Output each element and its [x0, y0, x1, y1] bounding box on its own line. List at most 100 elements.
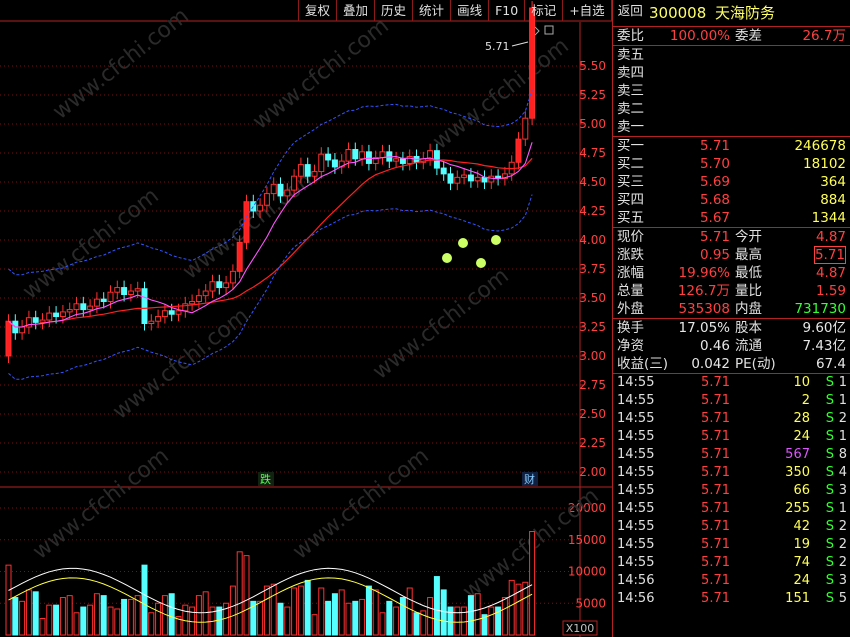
tick-price: 5.71 [701, 465, 730, 480]
candle-body [311, 171, 318, 177]
weibi-label: 委比 [617, 28, 644, 44]
watermark: www.cfchi.com [48, 3, 193, 124]
volume-bar [53, 604, 60, 636]
tick-price: 5.71 [701, 591, 730, 606]
tick-row: 14:55 5.71 24 S 1 [613, 428, 850, 446]
weicha-value: 26.7万 [802, 28, 846, 44]
sell-row: 卖二 [613, 100, 850, 118]
volume-bar [413, 612, 420, 636]
volume-bar [59, 597, 66, 636]
price-tick-label: 4.25 [579, 204, 606, 218]
tick-list[interactable]: 14:55 5.71 10 S 1 14:55 5.71 2 S 1 14:55 5.71 28 S 2 14… [613, 373, 850, 608]
tick-row: 14:55 5.71 255 S 1 [613, 500, 850, 518]
candle-body [121, 287, 128, 296]
quote-panel: 300008 天海防务 委比 100.00% 委差 26.7万 卖五 卖四 卖三 卖二… [612, 0, 850, 637]
tick-count: 1 [838, 375, 847, 390]
candle-body [515, 138, 522, 163]
toolbar-button-f10[interactable]: F10 [488, 0, 524, 21]
volume-bar [93, 593, 100, 636]
tick-volume: 255 [785, 501, 810, 516]
tick-count: 1 [838, 501, 847, 516]
stat-label: 最高 [735, 247, 762, 263]
volume-bar [352, 600, 359, 636]
toolbar-button-history[interactable]: 历史 [374, 0, 412, 21]
price-tick-label: 2.75 [579, 378, 606, 392]
tick-time: 14:55 [617, 483, 655, 498]
tick-side: S [825, 465, 834, 480]
buy-price: 5.71 [699, 138, 730, 154]
price-tick-label: 2.00 [579, 465, 606, 479]
volume-bar [12, 597, 19, 636]
stat-value: 17.05% [678, 320, 730, 336]
stat-row: 涨幅 19.96% 最低 4.87 [613, 264, 850, 282]
candle-body [379, 151, 386, 159]
stock-code: 300008 [649, 4, 707, 22]
candle-body [209, 281, 216, 292]
volume-bar [508, 579, 515, 636]
kline-chart[interactable]: 5.50 5.25 5.00 4.75 4.50 4.25 4.00 3.75 3.50 3.25… [0, 0, 612, 637]
candle-body [175, 310, 182, 315]
tick-count: 3 [838, 573, 847, 588]
volume-bar [66, 595, 73, 636]
tick-time: 14:55 [617, 447, 655, 462]
candle-body [107, 291, 114, 302]
tick-volume: 10 [793, 375, 810, 390]
toolbar-button-restore-rights[interactable]: 复权 [298, 0, 336, 21]
event-badge-finance[interactable]: 财 [524, 472, 535, 486]
tick-volume: 24 [793, 573, 810, 588]
candle-body [263, 193, 270, 206]
stat-value: 731730 [794, 301, 846, 317]
toolbar-button-add-watchlist[interactable]: +自选 [562, 0, 610, 21]
candle-body [73, 303, 80, 311]
volume-bar [447, 606, 454, 636]
apple-signal-icon [458, 238, 468, 248]
buy-volume: 364 [820, 174, 846, 190]
tick-side: S [825, 555, 834, 570]
volume-bar [263, 585, 270, 636]
volume-bar [304, 579, 311, 636]
price-tick-label: 3.50 [579, 291, 606, 305]
buy-volume: 18102 [803, 156, 846, 172]
candle-body [359, 151, 366, 160]
tick-row: 14:55 5.71 19 S 2 [613, 536, 850, 554]
tick-side: S [825, 501, 834, 516]
volume-bar [338, 589, 345, 636]
volume-bar [318, 587, 325, 636]
toolbar-button-statistics[interactable]: 统计 [412, 0, 450, 21]
sell-label: 卖二 [617, 101, 644, 117]
tick-price: 5.71 [701, 519, 730, 534]
volume-bar [257, 600, 264, 636]
candle-body [318, 153, 325, 173]
tick-count: 2 [838, 519, 847, 534]
buy-price: 5.67 [699, 210, 730, 226]
candle-body [461, 174, 468, 178]
event-badge-fall[interactable]: 跌 [260, 472, 271, 486]
stat-label: 净资 [617, 338, 644, 354]
toolbar-button-draw-line[interactable]: 画线 [450, 0, 488, 21]
volume-unit: X100 [566, 622, 595, 635]
candle-body [291, 175, 298, 191]
candle-body [529, 7, 536, 119]
candle-body [5, 320, 12, 357]
volume-bar [73, 612, 80, 636]
buy-row: 买三 5.69 364 [613, 173, 850, 191]
tick-row: 14:55 5.71 2 S 1 [613, 392, 850, 410]
sell-row: 卖四 [613, 64, 850, 82]
volume-bar [379, 612, 386, 636]
buy-price: 5.69 [699, 174, 730, 190]
toolbar-button-mark[interactable]: 标记 [524, 0, 562, 21]
stat-value: 19.96% [678, 265, 730, 281]
apple-signal-icon [476, 258, 486, 268]
tick-volume: 567 [785, 447, 810, 462]
volume-bar [433, 576, 440, 636]
tick-side: S [825, 591, 834, 606]
candle-body [236, 241, 243, 272]
toolbar-button-overlay[interactable]: 叠加 [336, 0, 374, 21]
price-tick-label: 3.75 [579, 262, 606, 276]
tick-side: S [825, 519, 834, 534]
stat-label: PE(动) [735, 356, 776, 372]
restore-icon[interactable] [544, 25, 554, 35]
volume-bar [114, 608, 121, 636]
volume-bar [121, 598, 128, 636]
watermark: www.cfchi.com [368, 263, 513, 384]
